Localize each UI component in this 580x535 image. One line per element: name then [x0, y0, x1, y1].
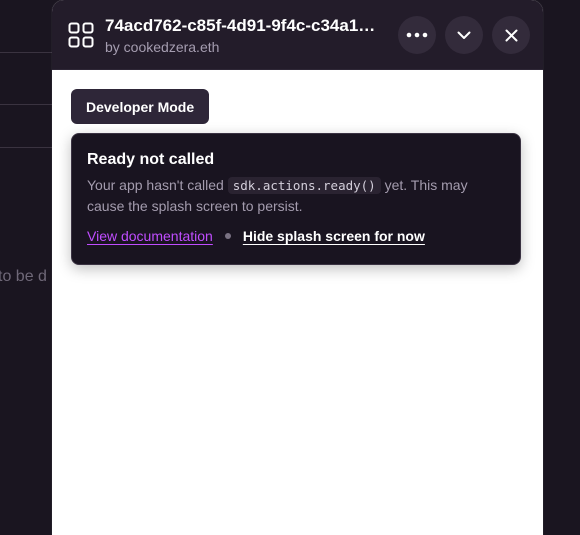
miniapp-title: 74acd762-c85f-4d91-9f4c-c34a1…	[105, 16, 376, 35]
chevron-down-icon	[457, 31, 471, 40]
hide-splash-link[interactable]: Hide splash screen for now	[243, 228, 425, 244]
more-horizontal-icon	[406, 32, 428, 38]
warning-code: sdk.actions.ready()	[227, 177, 381, 194]
warning-title: Ready not called	[87, 151, 215, 168]
separator-dot	[224, 233, 231, 239]
miniapp-header: 74acd762-c85f-4d91-9f4c-c34a1… by cooked…	[52, 0, 543, 70]
view-documentation-link[interactable]: View documentation	[87, 228, 213, 244]
warning-actions: View documentation Hide splash screen fo…	[87, 228, 425, 244]
developer-mode-button[interactable]: Developer Mode	[71, 89, 210, 124]
warning-text-before: Your app hasn't called	[87, 177, 228, 193]
close-icon	[505, 29, 518, 42]
background-divider	[0, 147, 60, 148]
miniapp-author: by cookedzera.eth	[105, 39, 220, 55]
collapse-button[interactable]	[445, 16, 483, 54]
miniapp-window: 74acd762-c85f-4d91-9f4c-c34a1… by cooked…	[52, 0, 543, 535]
background-divider	[0, 52, 60, 53]
app-grid-icon	[68, 22, 94, 48]
background-divider	[0, 104, 60, 105]
close-button[interactable]	[492, 16, 530, 54]
ready-warning-card: Ready not called Your app hasn't called …	[71, 133, 521, 265]
background-text: to be d	[0, 268, 47, 285]
more-button[interactable]	[398, 16, 436, 54]
warning-message: Your app hasn't called sdk.actions.ready…	[87, 175, 507, 216]
miniapp-content: Developer Mode Ready not called Your app…	[52, 70, 543, 535]
